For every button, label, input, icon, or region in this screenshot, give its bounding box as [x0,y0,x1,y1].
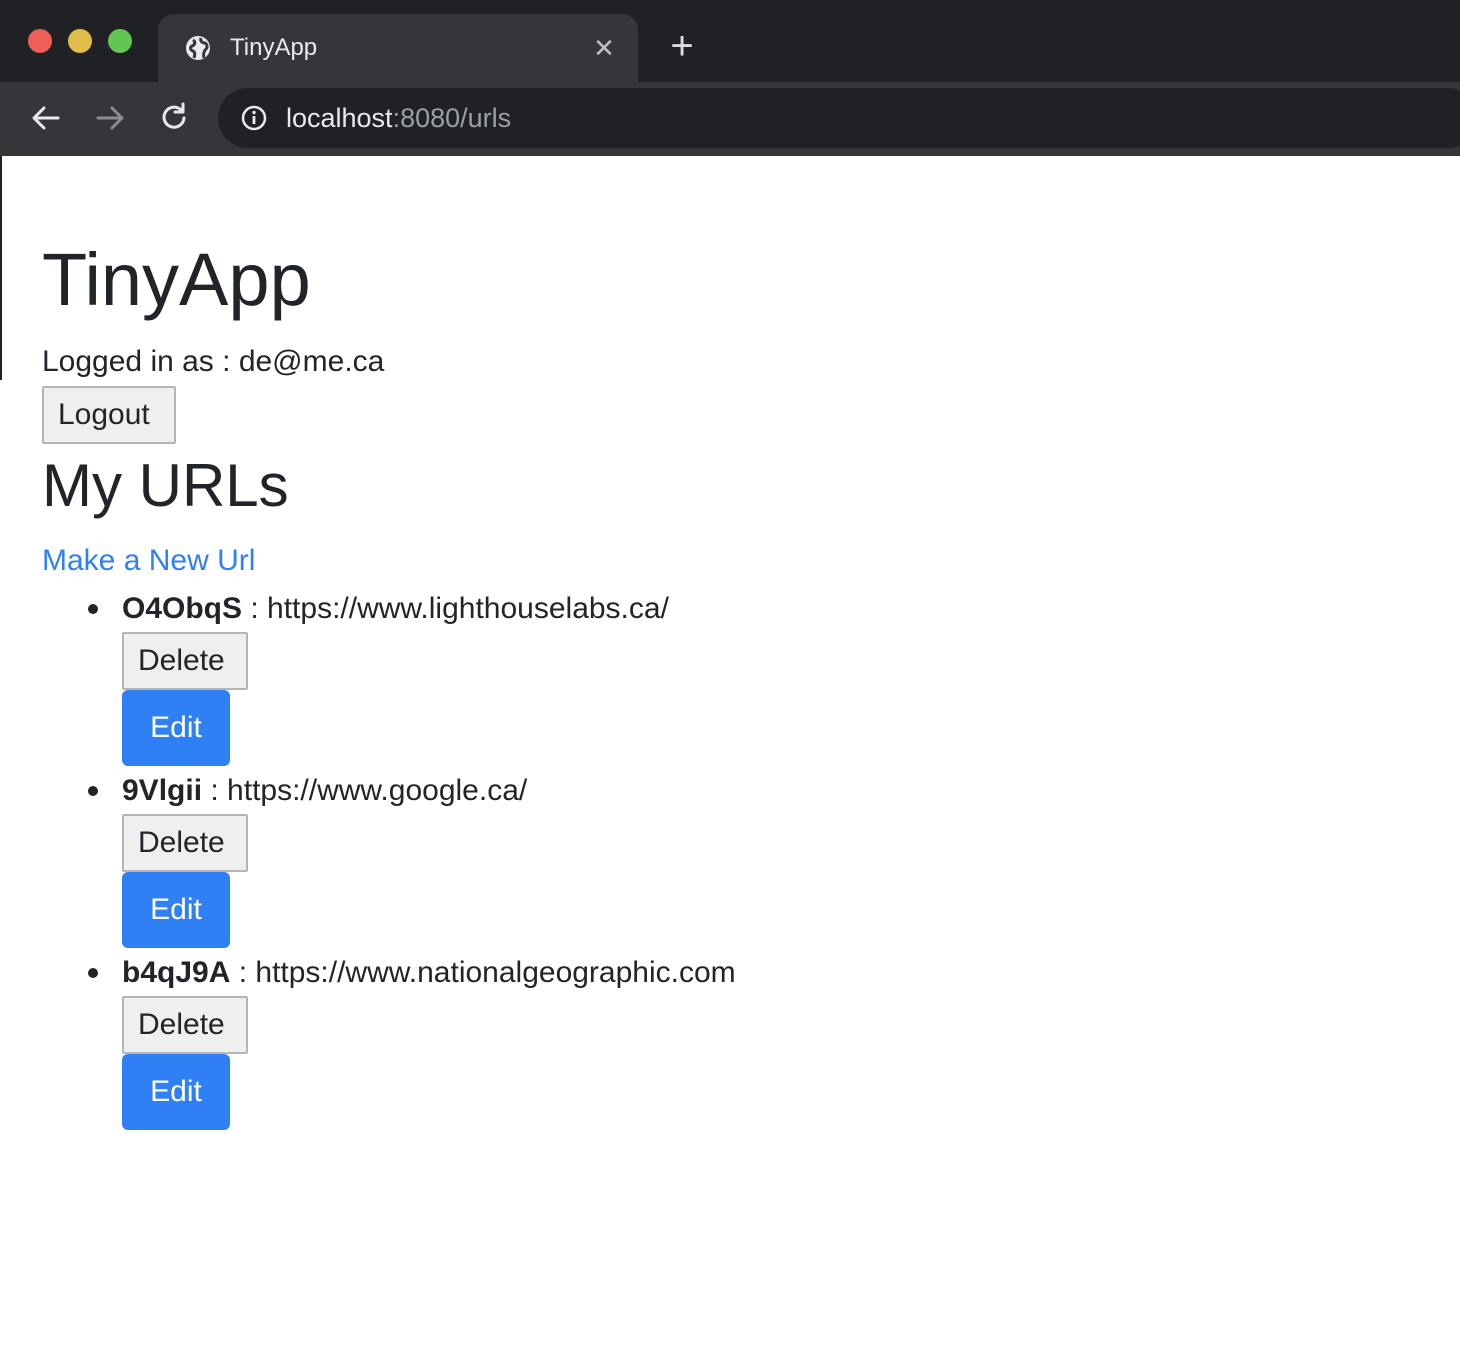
window-close-dot[interactable] [28,29,52,53]
plus-icon[interactable]: + [664,26,700,66]
window-minimize-dot[interactable] [68,29,92,53]
long-url: https://www.lighthouselabs.ca/ [267,592,669,625]
edit-button[interactable]: Edit [122,1054,230,1130]
page-content: TinyApp Logged in as : de@me.ca Logout M… [0,156,1460,1360]
address-bar[interactable]: localhost:8080/urls [218,88,1460,148]
bullet [88,786,98,796]
logout-button[interactable]: Logout [42,386,176,444]
address-path: :8080/urls [392,103,512,133]
address-url[interactable]: localhost:8080/urls [286,101,511,135]
separator: : [230,956,256,989]
reload-icon[interactable] [156,100,192,136]
tab-title: TinyApp [230,34,318,61]
edit-button[interactable]: Edit [122,690,230,766]
close-icon[interactable]: ✕ [590,34,618,62]
back-arrow-icon[interactable] [28,100,64,136]
app-title: TinyApp [42,238,311,321]
url-entry: 9Vlgii : https://www.google.ca/ [122,772,527,810]
login-status: Logged in as : de@me.ca [42,345,385,378]
browser-toolbar: localhost:8080/urls [0,82,1460,156]
delete-button[interactable]: Delete [122,632,248,690]
url-item: O4ObqS : https://www.lighthouselabs.ca/ … [88,590,1322,772]
globe-icon [186,36,210,60]
short-code: O4ObqS [122,592,243,625]
browser-tab[interactable]: TinyApp ✕ [158,14,638,82]
separator: : [202,774,228,807]
url-item: 9Vlgii : https://www.google.ca/ Delete E… [88,772,1322,954]
bullet [88,968,98,978]
bullet [88,604,98,614]
delete-button[interactable]: Delete [122,996,248,1054]
delete-button[interactable]: Delete [122,814,248,872]
section-title: My URLs [42,452,289,519]
forward-arrow-icon[interactable] [92,100,128,136]
browser-chrome: TinyApp ✕ + localhost:8080/urls [0,0,1460,156]
long-url: https://www.nationalgeographic.com [255,956,736,989]
make-new-url-link[interactable]: Make a New Url [42,542,255,580]
info-icon[interactable] [240,104,268,132]
window-zoom-dot[interactable] [108,29,132,53]
long-url: https://www.google.ca/ [227,774,528,807]
url-list: O4ObqS : https://www.lighthouselabs.ca/ … [88,590,1322,1136]
separator: : [242,592,268,625]
tab-strip: TinyApp ✕ + [0,0,1460,82]
address-host: localhost [286,103,393,133]
short-code: 9Vlgii [122,774,203,807]
url-item: b4qJ9A : https://www.nationalgeographic.… [88,954,1322,1136]
url-entry: b4qJ9A : https://www.nationalgeographic.… [122,954,736,992]
short-code: b4qJ9A [122,956,231,989]
url-entry: O4ObqS : https://www.lighthouselabs.ca/ [122,590,669,628]
edit-button[interactable]: Edit [122,872,230,948]
